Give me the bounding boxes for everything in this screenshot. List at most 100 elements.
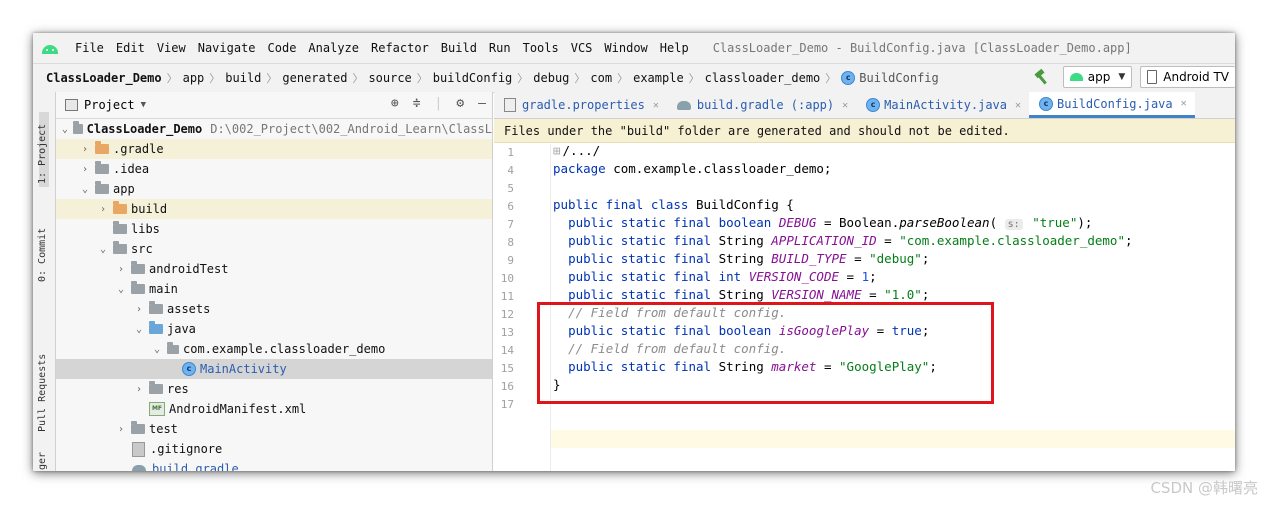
breadcrumb-item[interactable]: app xyxy=(183,71,205,85)
resource-folder-icon xyxy=(149,381,163,394)
menu-vcs[interactable]: VCS xyxy=(565,41,599,55)
tree-item-root[interactable]: ⌄ ClassLoader_Demo D:\002_Project\002_An… xyxy=(56,119,492,139)
breadcrumb-current[interactable]: c BuildConfig xyxy=(841,71,939,85)
tab-build-gradle-app[interactable]: build.gradle (:app) ✕ xyxy=(667,92,856,118)
class-icon: c xyxy=(841,71,856,85)
fold-icon[interactable]: ⊞ xyxy=(553,143,561,158)
chevron-right-icon: › xyxy=(117,263,125,275)
tree-item-label: src xyxy=(131,242,153,256)
breadcrumb-item[interactable]: classloader_demo xyxy=(705,71,821,85)
folder-icon xyxy=(95,161,109,174)
tool-tab-commit[interactable]: 0: Commit xyxy=(37,228,48,282)
banner-text: Files under the "build" folder are gener… xyxy=(504,123,1010,138)
collapse-all-icon[interactable]: ≑ xyxy=(413,96,421,111)
tool-tab-pull-requests[interactable]: Pull Requests xyxy=(37,354,48,432)
chevron-right-icon: › xyxy=(99,203,107,215)
menu-refactor[interactable]: Refactor xyxy=(365,41,435,55)
menu-view[interactable]: View xyxy=(151,41,192,55)
tree-item-app[interactable]: ⌄ app xyxy=(56,179,492,199)
menu-help[interactable]: Help xyxy=(654,41,695,55)
tree-item-package[interactable]: ⌄ com.example.classloader_demo xyxy=(56,339,492,359)
tool-tab-project[interactable]: 1: Project xyxy=(37,124,48,184)
tree-item-label: com.example.classloader_demo xyxy=(183,342,386,356)
close-icon[interactable]: ✕ xyxy=(1181,98,1187,109)
tree-item-mainactivity[interactable]: c MainActivity xyxy=(56,359,492,379)
breadcrumb-item[interactable]: example xyxy=(633,71,684,85)
tree-item-res[interactable]: › res xyxy=(56,379,492,399)
tree-item-main[interactable]: ⌄ main xyxy=(56,279,492,299)
chevron-right-icon: › xyxy=(135,303,143,315)
gradle-icon xyxy=(676,100,691,110)
menu-bar: File Edit View Navigate Code Analyze Ref… xyxy=(33,33,1235,63)
tab-mainactivity-java[interactable]: c MainActivity.java ✕ xyxy=(856,92,1029,118)
code-line: public final class BuildConfig { xyxy=(553,197,794,212)
tree-item-label: androidTest xyxy=(149,262,229,276)
line-number: 10 xyxy=(500,272,514,285)
menu-analyze[interactable]: Analyze xyxy=(302,41,365,55)
tree-item-assets[interactable]: › assets xyxy=(56,299,492,319)
run-config-dropdown[interactable]: app ▼ xyxy=(1062,66,1133,88)
android-studio-logo-icon xyxy=(41,42,59,54)
breadcrumb-item[interactable]: debug xyxy=(533,71,569,85)
tree-item-test[interactable]: › test xyxy=(56,419,492,439)
menu-tools[interactable]: Tools xyxy=(517,41,565,55)
close-icon[interactable]: ✕ xyxy=(653,100,659,111)
tree-item-src[interactable]: ⌄ src xyxy=(56,239,492,259)
tab-gradle-properties[interactable]: gradle.properties ✕ xyxy=(494,92,667,118)
folded-imports[interactable]: /.../ xyxy=(563,143,601,158)
chevron-down-icon: ⌄ xyxy=(135,323,143,335)
code-line: // Field from default config. xyxy=(568,305,787,320)
device-dropdown[interactable]: Android TV xyxy=(1140,66,1235,88)
folder-icon xyxy=(113,201,127,214)
manifest-icon: MF xyxy=(149,402,165,416)
tree-item-label: res xyxy=(167,382,189,396)
project-view-dropdown[interactable]: Project ▼ xyxy=(65,98,146,112)
code-line: public static final String APPLICATION_I… xyxy=(568,233,1133,248)
chevron-right-icon: › xyxy=(81,163,89,175)
close-icon[interactable]: ✕ xyxy=(1015,100,1021,111)
project-tree: ⌄ ClassLoader_Demo D:\002_Project\002_An… xyxy=(56,119,492,471)
tree-item-label: .idea xyxy=(113,162,150,176)
tab-label: gradle.properties xyxy=(522,98,645,112)
ide-window: File Edit View Navigate Code Analyze Ref… xyxy=(33,33,1235,471)
menu-run[interactable]: Run xyxy=(483,41,517,55)
breadcrumb-item[interactable]: ClassLoader_Demo xyxy=(46,71,162,85)
device-icon xyxy=(1147,70,1158,84)
project-view-icon xyxy=(65,99,78,111)
menu-navigate[interactable]: Navigate xyxy=(192,41,262,55)
code-line: public static final String VERSION_NAME … xyxy=(568,287,930,302)
tool-tab-logger[interactable]: ger xyxy=(37,452,48,470)
menu-edit[interactable]: Edit xyxy=(110,41,151,55)
breadcrumb-item[interactable]: build xyxy=(225,71,261,85)
breadcrumb-item[interactable]: source xyxy=(368,71,411,85)
line-number: 14 xyxy=(500,344,514,357)
menu-build[interactable]: Build xyxy=(435,41,483,55)
build-hammer-icon[interactable] xyxy=(1033,69,1049,85)
tree-item-gradle[interactable]: › .gradle xyxy=(56,139,492,159)
menu-code[interactable]: Code xyxy=(262,41,303,55)
menu-window[interactable]: Window xyxy=(598,41,653,55)
tree-item-manifest[interactable]: MF AndroidManifest.xml xyxy=(56,399,492,419)
breadcrumb-item[interactable]: buildConfig xyxy=(433,71,512,85)
chevron-right-icon: › xyxy=(135,383,143,395)
tree-item-libs[interactable]: libs xyxy=(56,219,492,239)
line-number: 7 xyxy=(507,218,514,231)
code-editor[interactable]: 1 4 5 6 7 8 9 10 11 12 13 14 15 16 17 ⊞ /… xyxy=(494,143,1235,471)
tree-item-gitignore[interactable]: .gitignore xyxy=(56,439,492,459)
close-icon[interactable]: ✕ xyxy=(842,100,848,111)
class-icon: c xyxy=(1039,96,1054,111)
tree-item-androidtest[interactable]: › androidTest xyxy=(56,259,492,279)
menu-file[interactable]: File xyxy=(69,41,110,55)
hide-icon[interactable]: — xyxy=(478,96,486,111)
tree-item-build[interactable]: › build xyxy=(56,199,492,219)
breadcrumb-item[interactable]: com xyxy=(590,71,612,85)
tree-item-label: java xyxy=(167,322,196,336)
gear-icon[interactable]: ⚙ xyxy=(456,96,464,111)
breadcrumb-item[interactable]: generated xyxy=(282,71,347,85)
locate-icon[interactable]: ⊕ xyxy=(391,96,399,111)
tree-item-idea[interactable]: › .idea xyxy=(56,159,492,179)
tree-item-build-gradle[interactable]: build.gradle xyxy=(56,459,492,471)
tree-item-java[interactable]: ⌄ java xyxy=(56,319,492,339)
tab-buildconfig-java[interactable]: c BuildConfig.java ✕ xyxy=(1029,92,1195,118)
code-line: public static final int VERSION_CODE = 1… xyxy=(568,269,877,284)
